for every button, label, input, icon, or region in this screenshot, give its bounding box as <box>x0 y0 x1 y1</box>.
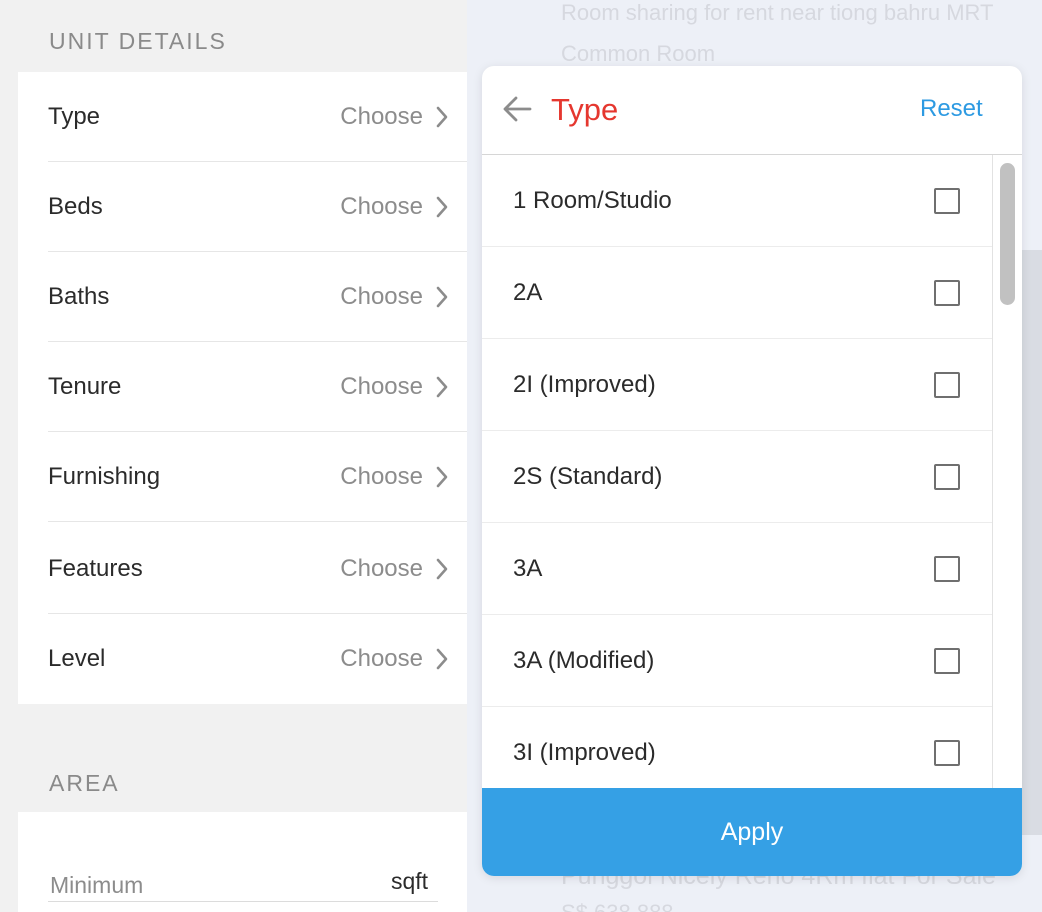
type-selector-popup: Type Reset 1 Room/Studio 2A 2I (Improved… <box>482 66 1022 876</box>
type-option-checkbox[interactable] <box>934 279 960 306</box>
filter-row-value: Choose <box>340 554 423 582</box>
listing-price: S$ 638,888 <box>561 900 674 912</box>
type-option[interactable]: 2A <box>482 247 992 339</box>
type-option-label: 2A <box>513 278 543 306</box>
type-option-checkbox[interactable] <box>934 463 960 490</box>
filter-row-label: Tenure <box>48 372 122 400</box>
list-divider <box>992 155 993 788</box>
chevron-right-icon <box>435 286 449 308</box>
unit-details-heading: UNIT DETAILS <box>49 28 227 54</box>
type-option[interactable]: 3I (Improved) <box>482 707 992 788</box>
filter-row-tenure[interactable]: Tenure Choose <box>48 342 467 432</box>
type-option-label: 3A (Modified) <box>513 646 655 674</box>
type-option-label: 3I (Improved) <box>513 738 656 766</box>
chevron-right-icon <box>435 648 449 670</box>
type-option-checkbox[interactable] <box>934 647 960 674</box>
filter-row-value: Choose <box>340 102 423 130</box>
area-divider <box>48 901 438 902</box>
listing-photo <box>1022 250 1042 835</box>
reset-button[interactable]: Reset <box>920 95 983 123</box>
type-option[interactable]: 1 Room/Studio <box>482 155 992 247</box>
type-option-label: 2I (Improved) <box>513 370 656 398</box>
type-option[interactable]: 3A (Modified) <box>482 615 992 707</box>
filter-row-label: Furnishing <box>48 462 161 490</box>
chevron-right-icon <box>435 196 449 218</box>
scrollbar-thumb[interactable] <box>1000 163 1015 305</box>
type-options-list: 1 Room/Studio 2A 2I (Improved) 2S (Stand… <box>482 155 992 788</box>
popup-title: Type <box>551 92 619 127</box>
type-option-checkbox[interactable] <box>934 371 960 398</box>
filter-row-type[interactable]: Type Choose <box>48 72 467 162</box>
listing-subtitle: Common Room <box>561 41 716 66</box>
type-option-label: 2S (Standard) <box>513 462 663 490</box>
filter-row-furnishing[interactable]: Furnishing Choose <box>48 432 467 522</box>
area-heading: AREA <box>49 770 120 796</box>
filter-row-value: Choose <box>340 282 423 310</box>
filter-row-label: Type <box>48 102 101 130</box>
area-minimum-field[interactable]: Minimum <box>50 872 143 899</box>
apply-button[interactable]: Apply <box>482 788 1022 876</box>
filter-row-value: Choose <box>340 192 423 220</box>
filter-row-value: Choose <box>340 645 423 672</box>
unit-details-card: Type Choose Beds Choose Baths Choose Ten… <box>18 72 467 704</box>
area-unit-label: sqft <box>391 868 429 894</box>
filter-row-label: Features <box>48 554 143 582</box>
type-option[interactable]: 3A <box>482 523 992 615</box>
filter-row-label: Baths <box>48 282 110 310</box>
type-option-checkbox[interactable] <box>934 555 960 582</box>
filter-row-beds[interactable]: Beds Choose <box>48 162 467 252</box>
chevron-right-icon <box>435 106 449 128</box>
filter-row-label: Beds <box>48 192 103 220</box>
filter-row-value: Choose <box>340 372 423 400</box>
chevron-right-icon <box>435 376 449 398</box>
filter-row-value: Choose <box>340 462 423 490</box>
type-option-checkbox[interactable] <box>934 187 960 214</box>
type-option[interactable]: 2I (Improved) <box>482 339 992 431</box>
filter-row-features[interactable]: Features Choose <box>48 524 467 614</box>
chevron-right-icon <box>435 558 449 580</box>
type-option-label: 1 Room/Studio <box>513 186 672 214</box>
filter-row-label: Level <box>48 645 106 672</box>
arrow-left-icon[interactable] <box>500 92 534 126</box>
type-option[interactable]: 2S (Standard) <box>482 431 992 523</box>
popup-header: Type Reset <box>482 66 1022 155</box>
filter-panel: UNIT DETAILS Type Choose Beds Choose Bat… <box>0 0 467 912</box>
area-card: Minimum sqft <box>18 812 467 912</box>
filter-row-level[interactable]: Level Choose <box>48 614 467 704</box>
chevron-right-icon <box>435 466 449 488</box>
type-option-label: 3A <box>513 554 543 582</box>
type-option-checkbox[interactable] <box>934 739 960 766</box>
listing-title: Room sharing for rent near tiong bahru M… <box>561 0 994 25</box>
filter-row-baths[interactable]: Baths Choose <box>48 252 467 342</box>
